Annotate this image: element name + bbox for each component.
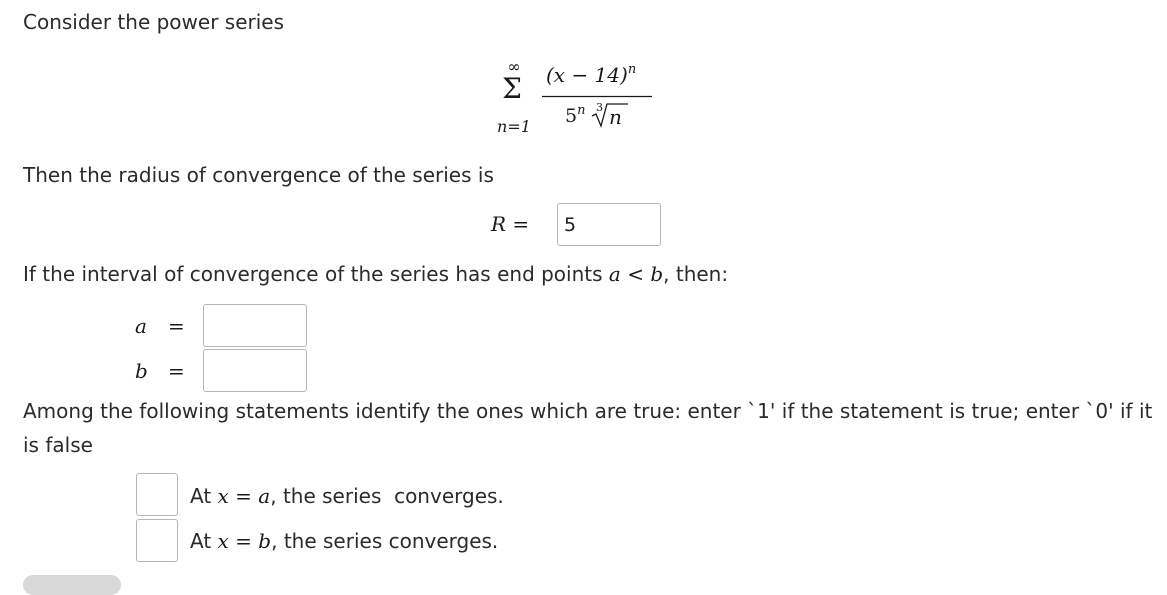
statement-2-pre: At <box>190 529 212 553</box>
interval-a-var: a <box>608 262 621 286</box>
b-input[interactable] <box>204 350 306 391</box>
interval-less-than: < <box>627 262 644 286</box>
denominator-base: 5n <box>565 103 585 127</box>
intro-text: Consider the power series <box>23 10 285 34</box>
b-equals: = <box>168 359 185 383</box>
statement-2-post: , the series converges. <box>271 529 499 553</box>
radius-prompt: Then the radius of convergence of the se… <box>23 163 494 187</box>
statement-1-text: At x = a, the series converges. <box>190 479 504 513</box>
statement-1-var: x <box>217 484 229 508</box>
root-index: 3 <box>596 101 603 114</box>
a-input-box[interactable] <box>203 304 307 347</box>
statement-1-input[interactable] <box>137 474 177 515</box>
statement-2-input-box[interactable] <box>136 519 178 562</box>
statement-2-var: x <box>217 529 229 553</box>
a-input[interactable] <box>204 305 306 346</box>
b-input-box[interactable] <box>203 349 307 392</box>
submit-button-partial[interactable] <box>23 575 121 595</box>
a-equals: = <box>168 314 185 338</box>
interval-prompt-pre: If the interval of convergence of the se… <box>23 262 603 286</box>
numerator: (x − 14)n <box>546 62 636 87</box>
statement-1-input-box[interactable] <box>136 473 178 516</box>
a-label: a <box>135 314 147 338</box>
interval-prompt-post: , then: <box>663 262 729 286</box>
statements-prompt-line1: Among the following statements identify … <box>23 399 1153 423</box>
b-label: b <box>135 359 148 383</box>
statement-2-eq: = <box>235 529 252 553</box>
radius-input-box[interactable] <box>557 203 661 246</box>
statement-1-end: a <box>258 484 271 508</box>
statement-2-end: b <box>258 529 272 553</box>
statement-1-post: , the series converges. <box>270 484 504 508</box>
radius-label-group: R = <box>491 207 529 241</box>
statement-2-text: At x = b, the series converges. <box>190 524 498 558</box>
interval-b-var: b <box>650 262 664 286</box>
radius-input[interactable] <box>558 204 660 245</box>
sum-lower-limit: n=1 <box>497 117 531 136</box>
radius-equals: = <box>512 212 530 236</box>
statement-1-eq: = <box>235 484 252 508</box>
root-radicand: n <box>609 105 622 129</box>
statements-prompt-line2: is false <box>23 433 93 457</box>
radius-variable: R <box>491 212 507 236</box>
statement-1-pre: At <box>190 484 212 508</box>
sum-symbol: Σ <box>502 72 522 105</box>
power-series-formula: ∞ Σ n=1 (x − 14)n 5n 3 n <box>497 58 652 136</box>
interval-prompt: If the interval of convergence of the se… <box>23 257 728 291</box>
statement-2-input[interactable] <box>137 520 177 561</box>
